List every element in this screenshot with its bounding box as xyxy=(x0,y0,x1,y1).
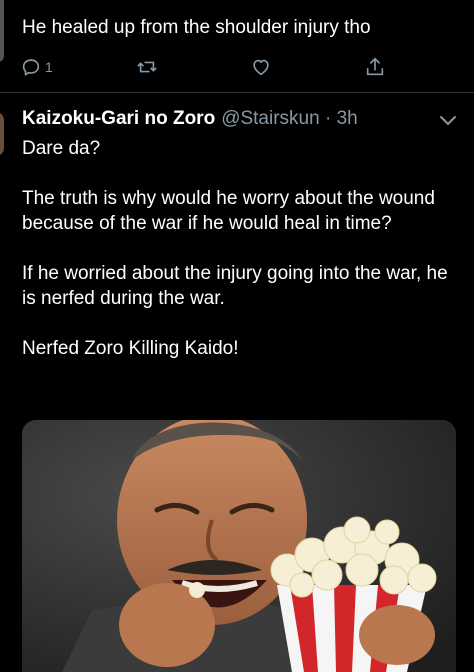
display-name[interactable]: Kaizoku-Gari no Zoro xyxy=(22,108,215,130)
handle-text: @Stairskun xyxy=(221,108,320,129)
previous-tweet-actions: 1 xyxy=(0,52,474,82)
retweet-icon xyxy=(137,61,157,73)
share-icon xyxy=(366,57,384,76)
tweet-body: Dare da? The truth is why would he worry… xyxy=(22,136,462,361)
previous-tweet[interactable]: He healed up from the shoulder injury th… xyxy=(0,0,474,95)
tweet-divider xyxy=(0,92,474,93)
reply-icon xyxy=(22,59,40,76)
tweet-paragraph: Dare da? xyxy=(22,138,101,159)
heart-icon xyxy=(253,59,269,76)
tweet-paragraph: The truth is why would he worry about th… xyxy=(22,188,435,234)
tweet-header: Kaizoku-Gari no Zoro @Stairskun · 3h xyxy=(22,108,358,134)
tweet-media-image[interactable] xyxy=(22,420,456,672)
chevron-down-icon[interactable] xyxy=(438,114,458,128)
share-button[interactable] xyxy=(364,52,386,82)
like-button[interactable] xyxy=(250,52,272,82)
previous-tweet-text: He healed up from the shoulder injury th… xyxy=(22,17,371,38)
retweet-button[interactable] xyxy=(136,52,158,82)
avatar[interactable] xyxy=(0,112,4,156)
tweet-thread: He healed up from the shoulder injury th… xyxy=(0,0,474,672)
reply-count: 1 xyxy=(45,59,53,75)
user-handle[interactable]: @Stairskun · 3h xyxy=(221,108,358,130)
tweet-paragraph: If he worried about the injury going int… xyxy=(22,263,448,309)
laughing-man-popcorn-meme-image xyxy=(22,420,456,672)
timestamp: 3h xyxy=(336,108,358,129)
separator-dot: · xyxy=(324,108,332,129)
tweet-paragraph: Nerfed Zoro Killing Kaido! xyxy=(22,338,239,359)
reply-button[interactable]: 1 xyxy=(20,52,53,82)
